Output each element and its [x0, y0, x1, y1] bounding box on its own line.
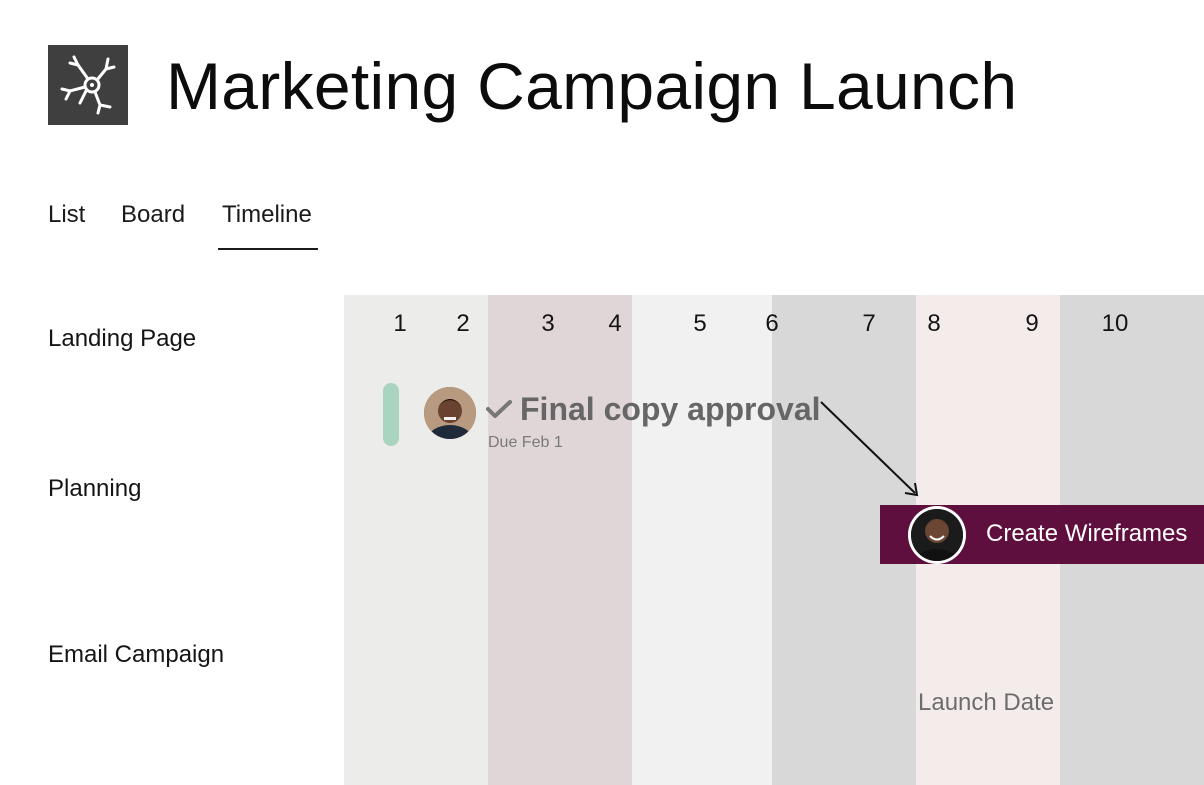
page-title: Marketing Campaign Launch: [166, 49, 1018, 123]
network-icon: [60, 55, 116, 115]
row-label-email-campaign: Email Campaign: [48, 641, 225, 668]
tab-board[interactable]: Board: [121, 198, 185, 232]
row-label-planning: Planning: [48, 475, 142, 502]
timeline-grid[interactable]: 1 2 3 4 5 6 7 8 9 10 Final copy approval…: [344, 295, 1204, 785]
task-bar-label: Create Wireframes: [986, 520, 1188, 547]
launch-date-label: Launch Date: [918, 689, 1055, 716]
tab-list[interactable]: List: [48, 198, 85, 232]
project-logo: [48, 45, 128, 125]
assignee-avatar[interactable]: [908, 506, 966, 564]
active-tab-indicator: [218, 248, 318, 250]
row-label-landing-page: Landing Page: [48, 325, 197, 352]
tab-timeline[interactable]: Timeline: [222, 198, 312, 232]
avatar-photo: [911, 509, 963, 561]
